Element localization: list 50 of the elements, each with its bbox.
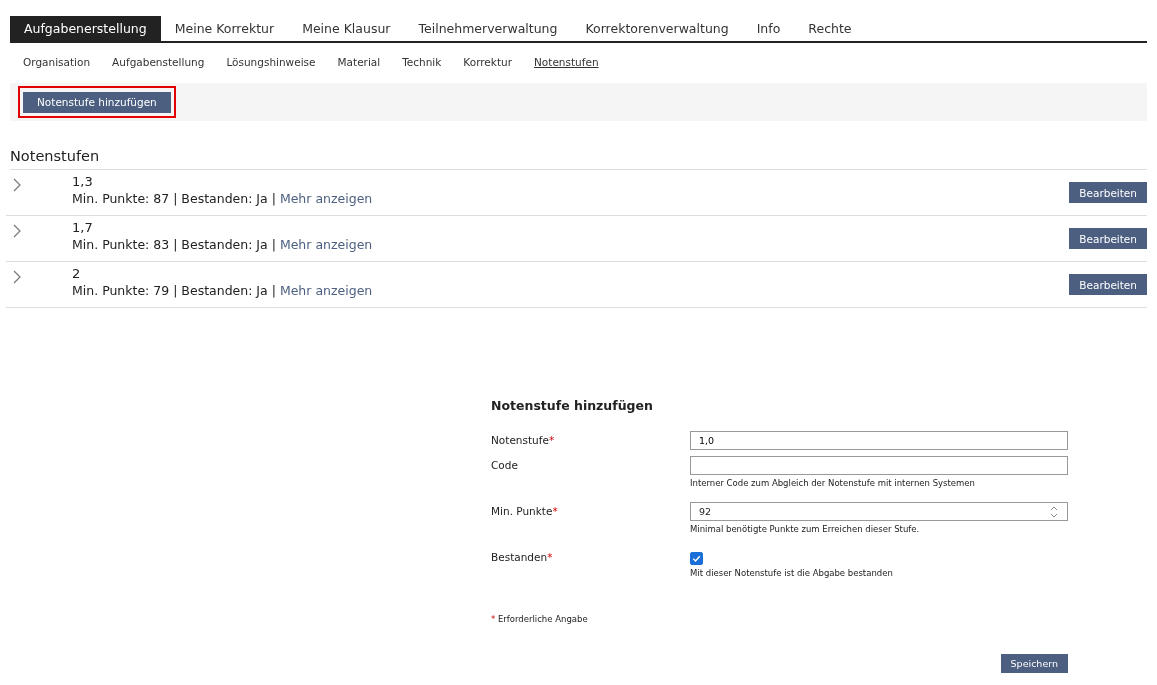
main-tab[interactable]: Korrektorenverwaltung	[571, 16, 743, 41]
chevron-right-icon[interactable]	[12, 177, 22, 193]
field-label: Notenstufe	[491, 434, 549, 446]
show-more-link[interactable]: Mehr anzeigen	[279, 283, 373, 298]
help-text: Mit dieser Notenstufe ist die Abgabe bestanden	[690, 568, 894, 578]
grade-title: 1,3	[72, 173, 94, 190]
sub-tab[interactable]: Organisation	[23, 56, 91, 76]
grade-title: 2	[72, 265, 82, 282]
input-field[interactable]: 1,0	[690, 431, 1068, 450]
edit-button[interactable]: Bearbeiten	[1069, 182, 1147, 203]
main-tab[interactable]: Teilnehmerverwaltung	[404, 16, 572, 41]
sub-tab[interactable]: Aufgabenstellung	[112, 56, 205, 76]
sub-tab[interactable]: Lösungshinweise	[226, 56, 316, 76]
number-field[interactable]: 92	[690, 502, 1068, 521]
required-legend: Erforderliche Angabe	[497, 614, 588, 624]
main-tab[interactable]: Aufgabenerstellung	[10, 16, 161, 41]
chevron-right-icon[interactable]	[12, 269, 22, 285]
sub-tab[interactable]: Material	[337, 56, 381, 76]
sub-tab[interactable]: Korrektur	[463, 56, 512, 76]
field-label: Min. Punkte	[491, 505, 553, 517]
required-mark: *	[548, 434, 555, 446]
input-field[interactable]	[690, 456, 1068, 475]
show-more-link[interactable]: Mehr anzeigen	[279, 191, 373, 206]
main-tab[interactable]: Meine Klausur	[288, 16, 405, 41]
required-mark: *	[547, 551, 553, 563]
main-tab[interactable]: Info	[742, 16, 795, 41]
save-button[interactable]: Speichern	[1000, 654, 1068, 673]
required-mark: *	[491, 614, 496, 624]
edit-button[interactable]: Bearbeiten	[1069, 228, 1147, 249]
sub-tab[interactable]: Technik	[402, 56, 442, 76]
form-title: Notenstufe hinzufügen	[491, 398, 654, 413]
checkbox[interactable]	[690, 552, 703, 565]
grade-details: Min. Punkte: 87 | Bestanden: Ja |	[72, 191, 276, 206]
field-label: Bestanden	[491, 551, 548, 563]
edit-button[interactable]: Bearbeiten	[1069, 274, 1147, 295]
chevron-right-icon[interactable]	[12, 223, 22, 239]
required-mark: *	[552, 505, 558, 517]
section-title: Notenstufen	[10, 148, 101, 164]
main-tab[interactable]: Rechte	[794, 16, 866, 41]
main-tab[interactable]: Meine Korrektur	[160, 16, 289, 41]
spinner-icon[interactable]	[1049, 504, 1059, 519]
grade-details: Min. Punkte: 83 | Bestanden: Ja |	[72, 237, 276, 252]
sub-tab[interactable]: Notenstufen	[534, 56, 599, 76]
field-label: Code	[491, 459, 518, 471]
help-text: Interner Code zum Abgleich der Notenstufe mit internen Systemen	[690, 478, 976, 488]
grade-title: 1,7	[72, 219, 94, 236]
show-more-link[interactable]: Mehr anzeigen	[279, 237, 373, 252]
help-text: Minimal benötigte Punkte zum Erreichen dieser Stufe.	[690, 524, 921, 534]
add-grade-button[interactable]: Notenstufe hinzufügen	[23, 91, 171, 113]
grade-details: Min. Punkte: 79 | Bestanden: Ja |	[72, 283, 276, 298]
